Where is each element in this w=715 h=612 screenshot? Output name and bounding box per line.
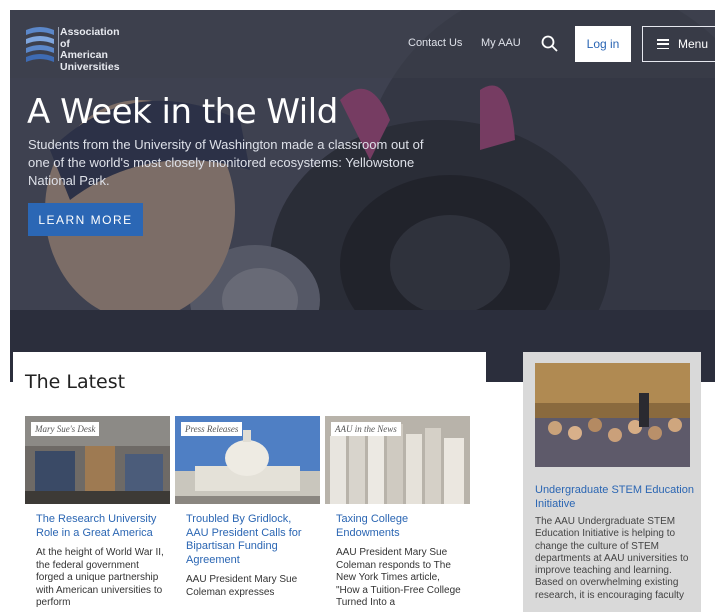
card-category-tag[interactable]: Press Releases xyxy=(181,422,243,436)
card-image[interactable]: Press Releases xyxy=(175,416,320,504)
logo-mark-icon xyxy=(26,27,54,62)
nav-myaau-link[interactable]: My AAU xyxy=(481,37,521,49)
card-excerpt: AAU President Mary Sue Coleman expresses xyxy=(186,574,298,598)
nav-contact-link[interactable]: Contact Us xyxy=(408,37,462,49)
logo-line: of American xyxy=(60,37,108,61)
news-card[interactable]: Mary Sue's Desk The Research University … xyxy=(25,416,170,610)
hamburger-icon xyxy=(657,39,669,49)
learn-more-button[interactable]: LEARN MORE xyxy=(28,203,143,236)
card-title-link[interactable]: The Research University Role in a Great … xyxy=(36,513,166,540)
sidebar-image[interactable] xyxy=(535,363,690,467)
card-category-tag[interactable]: Mary Sue's Desk xyxy=(31,422,100,436)
sidebar-text: The AAU Undergraduate STEM Education Ini… xyxy=(535,516,689,601)
card-image[interactable]: AAU in the News xyxy=(325,416,470,504)
card-image[interactable]: Mary Sue's Desk xyxy=(25,416,170,504)
menu-button[interactable]: Menu xyxy=(642,26,715,62)
aau-logo[interactable]: Association of American Universities xyxy=(24,24,120,72)
card-excerpt: At the height of World War II, the feder… xyxy=(36,547,164,608)
news-card[interactable]: Press Releases Troubled By Gridlock, AAU… xyxy=(175,416,320,599)
card-title-link[interactable]: Taxing College Endowments xyxy=(336,513,466,540)
card-title-link[interactable]: Troubled By Gridlock, AAU President Call… xyxy=(186,513,316,567)
news-card[interactable]: AAU in the News Taxing College Endowment… xyxy=(325,416,470,610)
hero-title: A Week in the Wild xyxy=(27,92,338,132)
top-navigation-bar: Association of American Universities Con… xyxy=(10,10,715,78)
search-icon[interactable] xyxy=(540,34,560,54)
latest-section: The Latest Mary Sue's Desk The Research … xyxy=(13,352,486,612)
hero-banner: Association of American Universities Con… xyxy=(10,10,715,382)
logo-line: Universities xyxy=(60,60,120,73)
menu-label: Menu xyxy=(678,37,709,51)
sidebar-title-link[interactable]: Undergraduate STEM Education Initiative xyxy=(535,484,695,511)
logo-divider xyxy=(58,27,59,61)
logo-line: Association xyxy=(60,26,120,38)
card-excerpt: AAU President Mary Sue Coleman responds … xyxy=(336,547,461,608)
hero-description: Students from the University of Washingt… xyxy=(28,137,424,188)
feature-sidebar: Undergraduate STEM Education Initiative … xyxy=(523,352,701,612)
section-heading: The Latest xyxy=(25,371,126,393)
classroom-photo xyxy=(535,363,690,467)
login-button[interactable]: Log in xyxy=(575,26,631,62)
logo-text: Association of American Universities xyxy=(60,26,120,73)
card-category-tag[interactable]: AAU in the News xyxy=(331,422,401,436)
